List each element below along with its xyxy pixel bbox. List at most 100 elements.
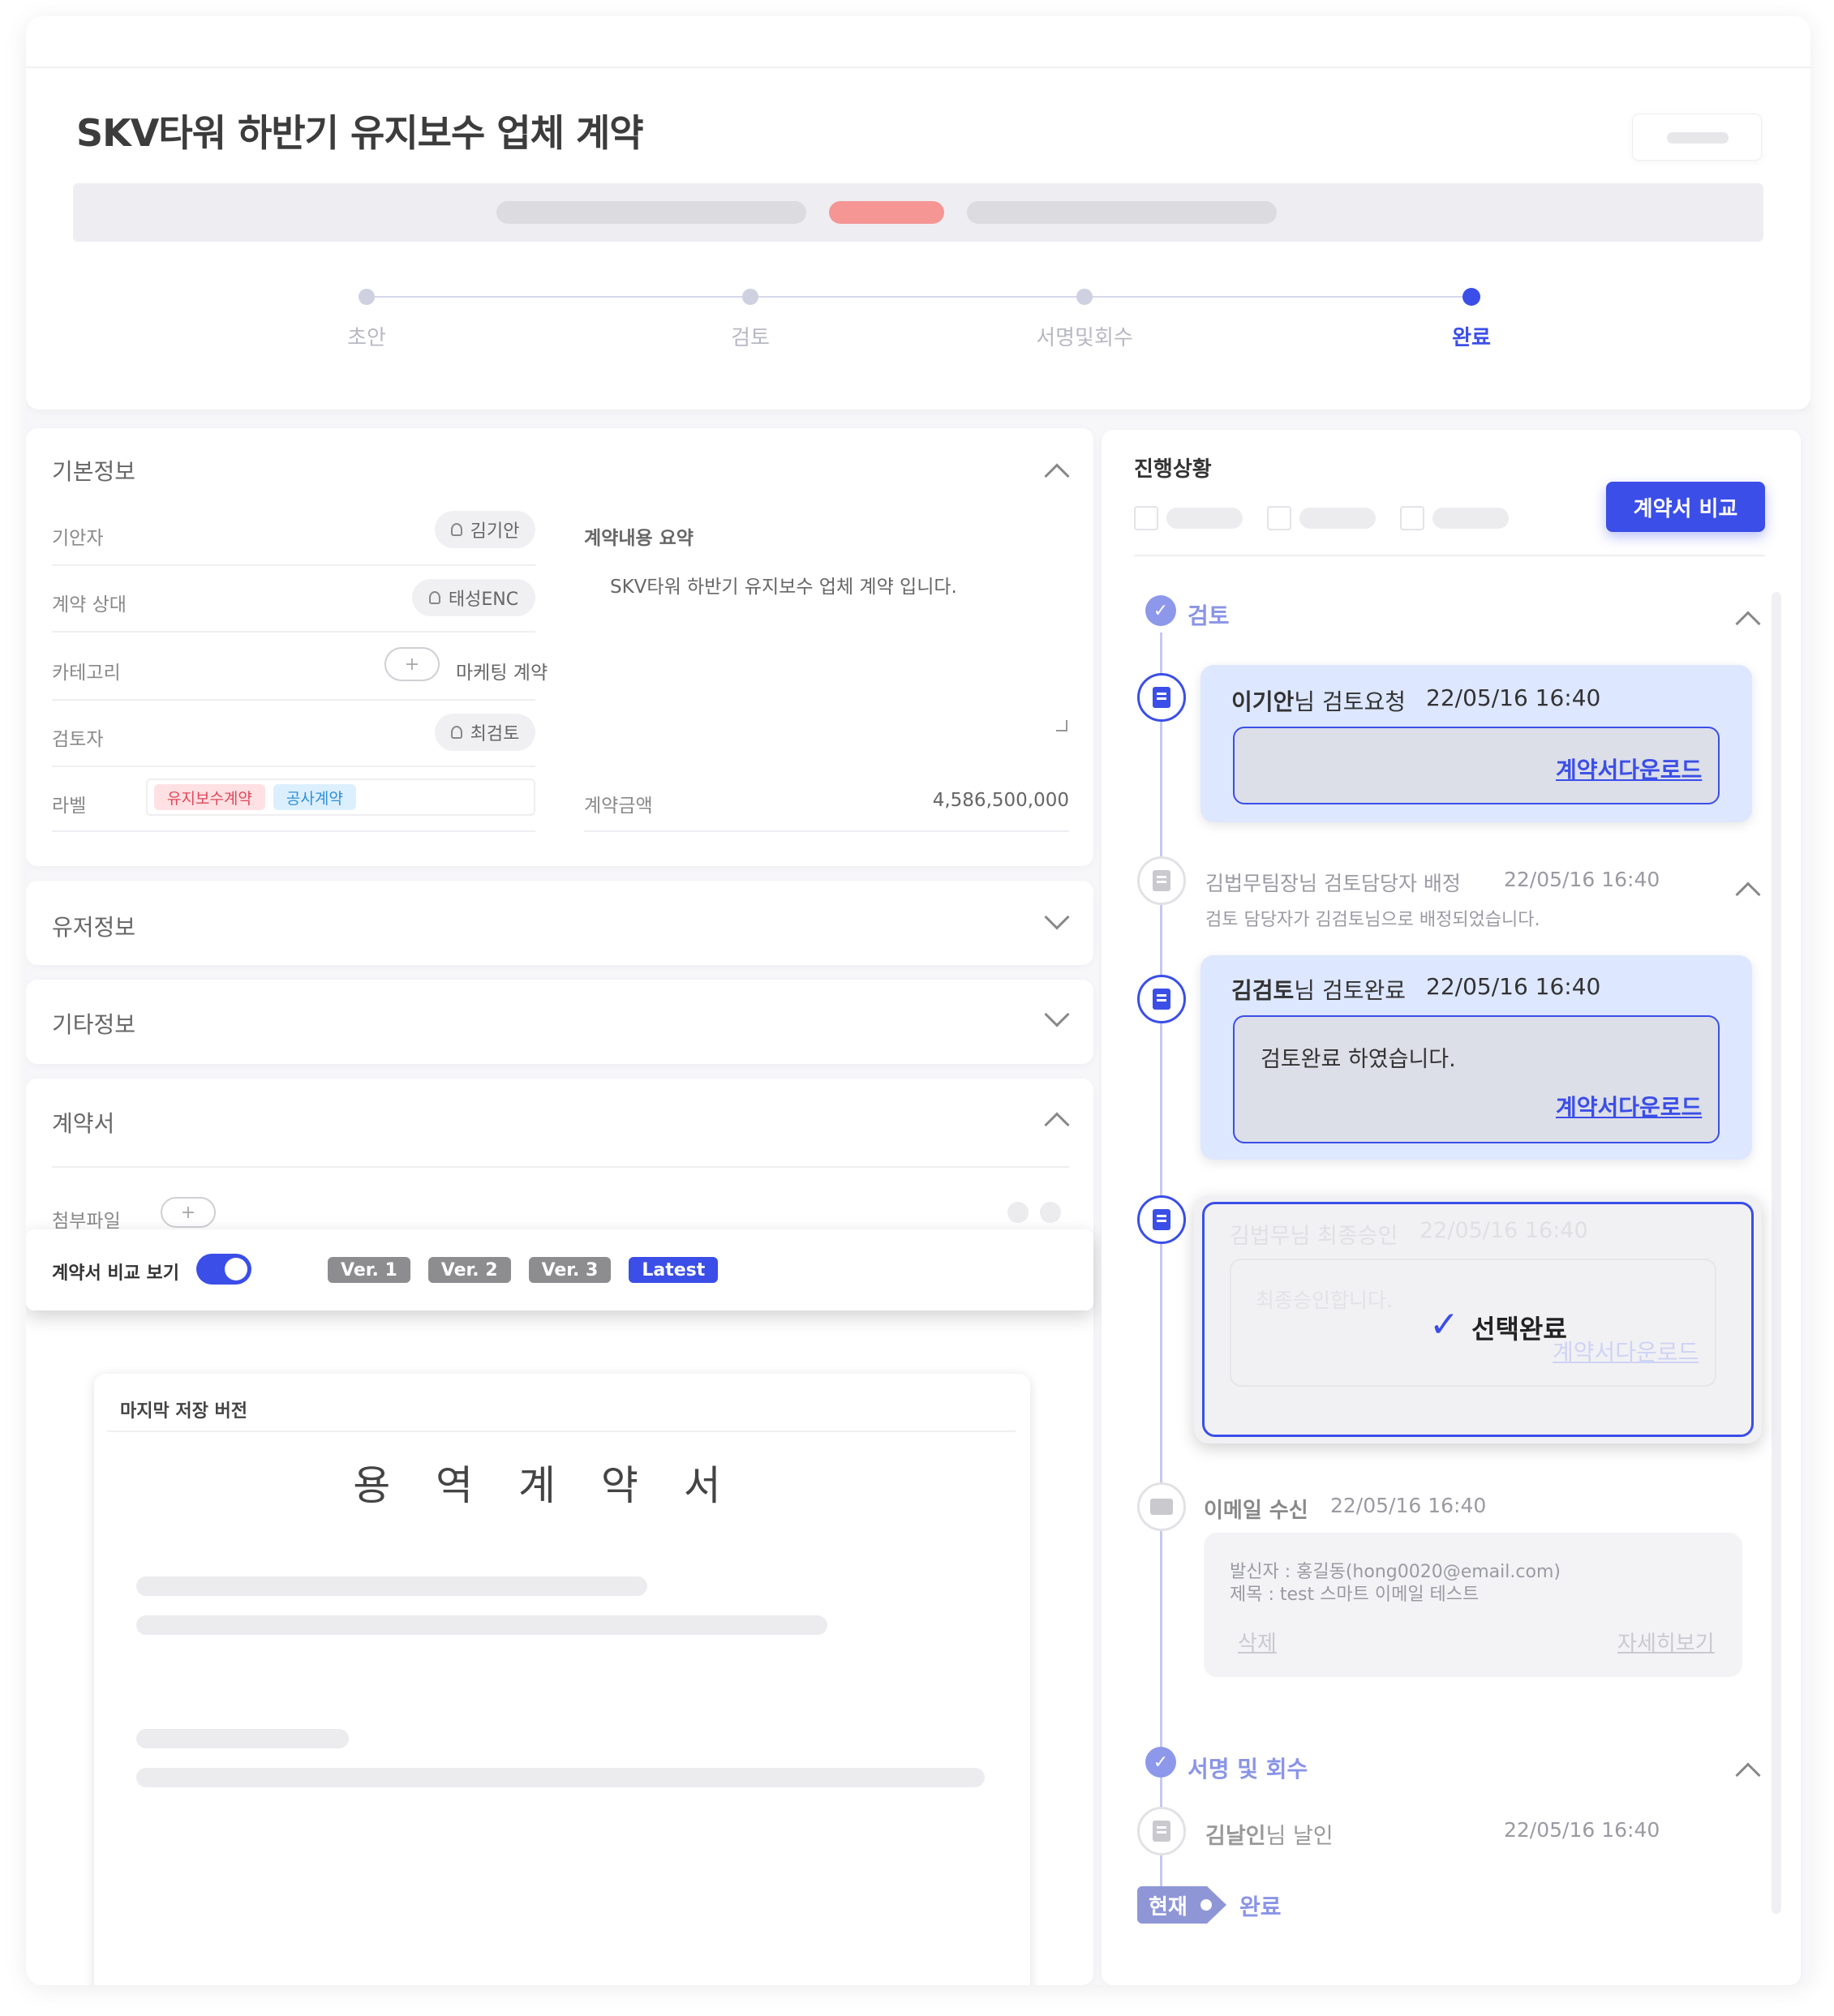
topbar-divider bbox=[26, 66, 1810, 68]
email-delete-link[interactable]: 삭제 bbox=[1238, 1627, 1277, 1657]
event-name: 김검토 bbox=[1231, 977, 1295, 1004]
sign-event-head: 김날인님 날인 bbox=[1205, 1818, 1334, 1850]
tag-construction[interactable]: 공사계약 bbox=[273, 784, 356, 810]
event-review-complete-head: 김검토님 검토완료 bbox=[1231, 973, 1406, 1006]
amount-value: 4,586,500,000 bbox=[932, 790, 1069, 811]
doc-text-placeholder bbox=[136, 1615, 827, 1635]
event-email-title: 이메일 수신 bbox=[1204, 1499, 1308, 1523]
add-attachment-button[interactable]: + bbox=[161, 1197, 216, 1228]
step-dot-draft bbox=[359, 289, 375, 305]
stepper-line bbox=[367, 296, 1470, 298]
document-node-icon bbox=[1137, 856, 1186, 905]
phase-review-label: 검토 bbox=[1188, 603, 1230, 629]
step-label-draft[interactable]: 초안 bbox=[269, 321, 464, 351]
timeline-line bbox=[1160, 633, 1162, 1898]
selection-complete-label: 선택완료 bbox=[1471, 1314, 1567, 1345]
amount-label: 계약금액 bbox=[584, 796, 653, 817]
document-node-icon bbox=[1137, 673, 1186, 722]
event-assign-subtext: 검토 담당자가 김검토님으로 배정되었습니다. bbox=[1205, 910, 1540, 930]
event-action: 님 검토요청 bbox=[1294, 688, 1406, 715]
check-circle-icon: ✓ bbox=[1145, 595, 1176, 626]
version-badge-2[interactable]: Ver. 2 bbox=[427, 1257, 511, 1283]
basic-info-title: 기본정보 bbox=[52, 458, 136, 485]
person-icon bbox=[450, 523, 462, 536]
summary-text[interactable]: SKV타워 하반기 유지보수 업체 계약 입니다. bbox=[610, 571, 957, 598]
email-detail-link[interactable]: 자세히보기 bbox=[1617, 1627, 1715, 1657]
label-label: 라벨 bbox=[52, 796, 87, 817]
drafter-label: 기안자 bbox=[52, 528, 104, 549]
reviewer-label: 검토자 bbox=[52, 729, 104, 750]
document-node-icon bbox=[1137, 1195, 1186, 1244]
filter-label-placeholder bbox=[1166, 508, 1243, 529]
tab-placeholder-active[interactable] bbox=[829, 201, 944, 224]
current-tag: 현재 bbox=[1137, 1886, 1207, 1924]
other-info-card[interactable] bbox=[26, 980, 1093, 1064]
person-icon bbox=[428, 591, 440, 604]
category-label: 카테고리 bbox=[52, 663, 121, 684]
filter-label-placeholder bbox=[1432, 508, 1509, 529]
row-divider bbox=[52, 830, 535, 832]
event-email-time: 22/05/16 16:40 bbox=[1330, 1494, 1487, 1517]
event-review-complete-body: 검토완료 하였습니다. bbox=[1261, 1047, 1456, 1072]
event-action: 님 검토완료 bbox=[1294, 977, 1406, 1004]
compare-contract-button[interactable]: 계약서 비교 bbox=[1606, 482, 1765, 532]
add-category-button[interactable]: + bbox=[384, 647, 440, 681]
sign-event-action: 님 날인 bbox=[1265, 1824, 1334, 1849]
resize-handle-icon[interactable] bbox=[1056, 720, 1067, 731]
row-divider bbox=[52, 631, 535, 633]
header-action-button[interactable] bbox=[1632, 114, 1762, 161]
filter-label-placeholder bbox=[1299, 508, 1376, 529]
download-contract-link[interactable]: 계약서다운로드 bbox=[1553, 1335, 1699, 1367]
step-label-complete[interactable]: 완료 bbox=[1374, 321, 1569, 351]
mail-icon bbox=[1150, 1499, 1173, 1515]
step-label-sign[interactable]: 서명및회수 bbox=[987, 321, 1182, 351]
tab-bar bbox=[73, 183, 1763, 242]
filter-checkbox-1[interactable] bbox=[1134, 506, 1158, 530]
event-name: 이기안 bbox=[1231, 688, 1295, 715]
document-node-icon bbox=[1137, 975, 1186, 1023]
label-tag-field[interactable]: 유지보수계약 공사계약 bbox=[146, 779, 535, 816]
summary-label: 계약내용 요약 bbox=[584, 528, 694, 549]
version-badge-1[interactable]: Ver. 1 bbox=[328, 1257, 410, 1283]
tab-placeholder-2[interactable] bbox=[967, 201, 1277, 224]
doc-title: 용 역 계 약 서 bbox=[353, 1462, 721, 1509]
drafter-chip[interactable]: 김기안 bbox=[435, 511, 535, 548]
page-title: SKV타워 하반기 유지보수 업체 계약 bbox=[76, 111, 644, 155]
event-time: 22/05/16 16:40 bbox=[1426, 684, 1601, 711]
sign-event-name: 김날인 bbox=[1205, 1824, 1266, 1849]
event-body-box bbox=[1233, 1015, 1720, 1143]
version-badge-latest[interactable]: Latest bbox=[629, 1257, 719, 1283]
app-frame: SKV타워 하반기 유지보수 업체 계약 초안 검토 서명및회수 완료 기본정보… bbox=[26, 16, 1810, 1985]
row-divider bbox=[52, 564, 535, 566]
current-tag-dot-icon bbox=[1200, 1899, 1212, 1911]
current-status-label: 완료 bbox=[1239, 1894, 1282, 1920]
more-dot-icon[interactable] bbox=[1007, 1202, 1029, 1223]
panel-divider bbox=[1134, 555, 1765, 556]
attachment-label: 첨부파일 bbox=[52, 1211, 121, 1232]
doc-text-placeholder bbox=[136, 1729, 349, 1748]
step-dot-complete bbox=[1462, 288, 1480, 306]
other-info-title: 기타정보 bbox=[52, 1011, 136, 1038]
doc-divider bbox=[107, 1431, 1016, 1432]
filter-checkbox-2[interactable] bbox=[1267, 506, 1291, 530]
more-dot-icon[interactable] bbox=[1040, 1202, 1061, 1223]
filter-checkbox-3[interactable] bbox=[1400, 506, 1424, 530]
event-final-title: 김법무님 최종승인 bbox=[1230, 1224, 1398, 1249]
phase-sign-label: 서명 및 회수 bbox=[1188, 1756, 1308, 1782]
scrollbar-track[interactable] bbox=[1772, 592, 1781, 1914]
download-contract-link[interactable]: 계약서다운로드 bbox=[1556, 1090, 1702, 1122]
version-badge-3[interactable]: Ver. 3 bbox=[528, 1257, 612, 1283]
download-contract-link[interactable]: 계약서다운로드 bbox=[1556, 753, 1702, 785]
category-value: 마케팅 계약 bbox=[456, 663, 548, 684]
doc-text-placeholder bbox=[136, 1576, 647, 1596]
tab-placeholder-1[interactable] bbox=[496, 201, 806, 224]
counterparty-chip[interactable]: 태성ENC bbox=[412, 579, 535, 616]
user-info-card[interactable] bbox=[26, 881, 1093, 965]
tag-maintenance[interactable]: 유지보수계약 bbox=[154, 784, 265, 810]
check-icon: ✓ bbox=[1429, 1304, 1459, 1345]
compare-toggle[interactable] bbox=[196, 1254, 251, 1285]
step-label-review[interactable]: 검토 bbox=[653, 321, 848, 351]
row-divider bbox=[584, 830, 1069, 832]
reviewer-chip[interactable]: 최검토 bbox=[435, 714, 535, 751]
row-divider bbox=[52, 699, 535, 701]
